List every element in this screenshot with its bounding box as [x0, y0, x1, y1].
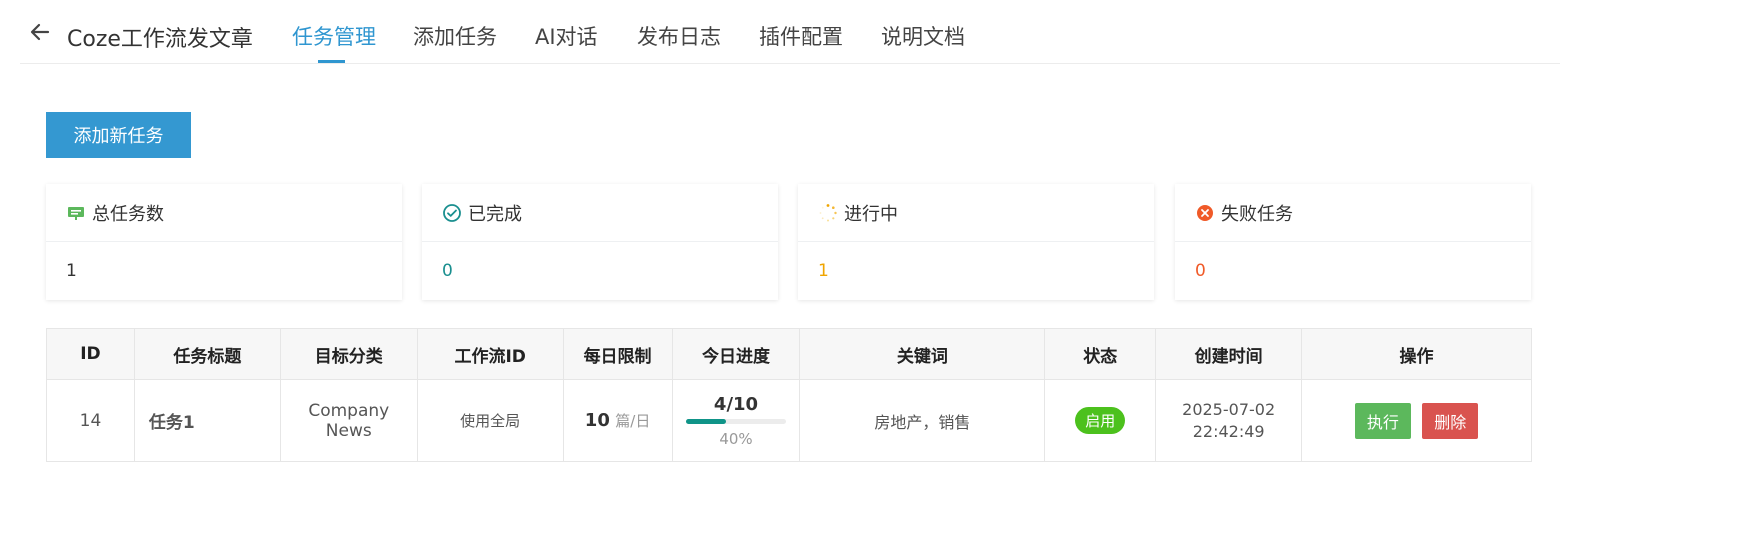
error-circle-icon [1197, 204, 1213, 221]
tab-docs[interactable]: 说明文档 [881, 21, 965, 51]
column-header: 操作 [1301, 328, 1532, 380]
tab-ai-chat[interactable]: AI对话 [535, 21, 598, 51]
task-table: ID 任务标题 目标分类 工作流ID 每日限制 今日进度 关键词 状态 创建时间… [46, 328, 1532, 462]
table-header-row: ID 任务标题 目标分类 工作流ID 每日限制 今日进度 关键词 状态 创建时间… [46, 328, 1532, 380]
tab-publish-log[interactable]: 发布日志 [637, 21, 721, 51]
execute-button[interactable]: 执行 [1354, 402, 1411, 439]
progress-bar [686, 418, 786, 424]
delete-button[interactable]: 删除 [1422, 402, 1479, 439]
daily-limit-value: 10 [584, 410, 610, 431]
table-row: 14 任务1 Company News 使用全局 10 篇/日 4/10 40%… [46, 379, 1532, 462]
daily-limit-unit: 篇/日 [615, 412, 651, 430]
column-header: 任务标题 [133, 328, 281, 380]
progress-bar-fill [686, 418, 726, 424]
task-board-icon [68, 206, 84, 220]
task-workflow-id: 使用全局 [416, 379, 564, 462]
stat-card-total: 总任务数 1 [46, 184, 402, 300]
stat-value: 1 [818, 261, 829, 281]
task-id: 14 [46, 379, 135, 462]
column-header: 关键词 [799, 328, 1046, 380]
column-header: 状态 [1044, 328, 1157, 380]
stat-card-in-progress: 进行中 1 [798, 184, 1154, 300]
column-header: 每日限制 [562, 328, 673, 380]
task-status-cell: 启用 [1044, 379, 1157, 462]
active-tab-indicator [318, 60, 345, 63]
tab-task-management[interactable]: 任务管理 [292, 21, 376, 51]
column-header: 今日进度 [671, 328, 801, 380]
column-header: 创建时间 [1155, 328, 1303, 380]
task-daily-limit-cell: 10 篇/日 [562, 379, 673, 462]
progress-percent: 40% [719, 429, 753, 448]
task-title: 任务1 [133, 379, 281, 462]
column-header: 目标分类 [279, 328, 418, 380]
task-keywords: 房地产，销售 [799, 379, 1046, 462]
stat-label: 失败任务 [1221, 203, 1293, 225]
top-navigation: Coze工作流发文章 任务管理 添加任务 AI对话 发布日志 插件配置 说明文档 [20, 0, 1560, 64]
tab-add-task[interactable]: 添加任务 [413, 21, 497, 51]
stat-value: 1 [66, 261, 77, 281]
stat-label: 进行中 [844, 203, 898, 225]
stat-label: 总任务数 [92, 203, 164, 225]
task-actions-cell: 执行 删除 [1301, 379, 1532, 462]
column-header: 工作流ID [416, 328, 564, 380]
task-progress-cell: 4/10 40% [671, 379, 801, 462]
stat-value: 0 [442, 261, 453, 281]
stat-card-failed: 失败任务 0 [1175, 184, 1531, 300]
stat-card-completed: 已完成 0 [422, 184, 778, 300]
check-circle-icon [443, 203, 461, 222]
loading-spinner-icon [819, 203, 837, 221]
status-badge[interactable]: 启用 [1075, 407, 1126, 434]
stat-value: 0 [1195, 261, 1206, 281]
back-arrow-icon[interactable] [28, 20, 52, 44]
column-header: ID [46, 328, 135, 380]
tab-plugin-config[interactable]: 插件配置 [759, 21, 843, 51]
add-new-task-button[interactable]: 添加新任务 [46, 112, 191, 158]
stat-label: 已完成 [468, 203, 522, 225]
task-category: Company News [279, 379, 418, 462]
progress-count: 4/10 [713, 393, 759, 415]
app-title: Coze工作流发文章 [67, 27, 253, 52]
task-created-at: 2025-07-02 22:42:49 [1155, 379, 1303, 462]
